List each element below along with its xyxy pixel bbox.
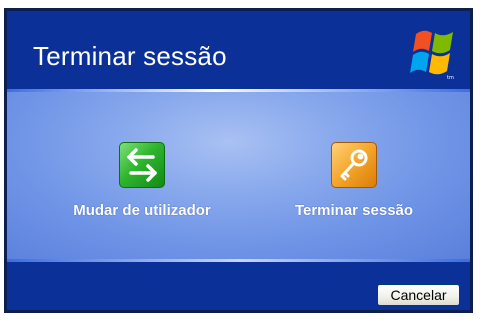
log-off-key-icon[interactable] — [331, 142, 377, 188]
cancel-button[interactable]: Cancelar — [377, 284, 460, 306]
log-off-option[interactable]: Terminar sessão — [279, 142, 429, 219]
options-panel: Mudar de utilizador Terminar sessão — [7, 92, 470, 259]
dialog-title: Terminar sessão — [33, 41, 227, 71]
svg-text:tm: tm — [447, 75, 454, 80]
switch-user-option[interactable]: Mudar de utilizador — [52, 142, 232, 219]
title-bar: Terminar sessão tm — [7, 11, 470, 89]
switch-user-icon[interactable] — [119, 142, 165, 188]
log-off-dialog: Terminar sessão tm Mudar de utilizador T… — [4, 8, 473, 313]
windows-logo-icon: tm — [410, 30, 454, 80]
switch-user-label[interactable]: Mudar de utilizador — [52, 202, 232, 219]
footer-bar: Cancelar — [7, 262, 470, 310]
log-off-label[interactable]: Terminar sessão — [279, 202, 429, 219]
